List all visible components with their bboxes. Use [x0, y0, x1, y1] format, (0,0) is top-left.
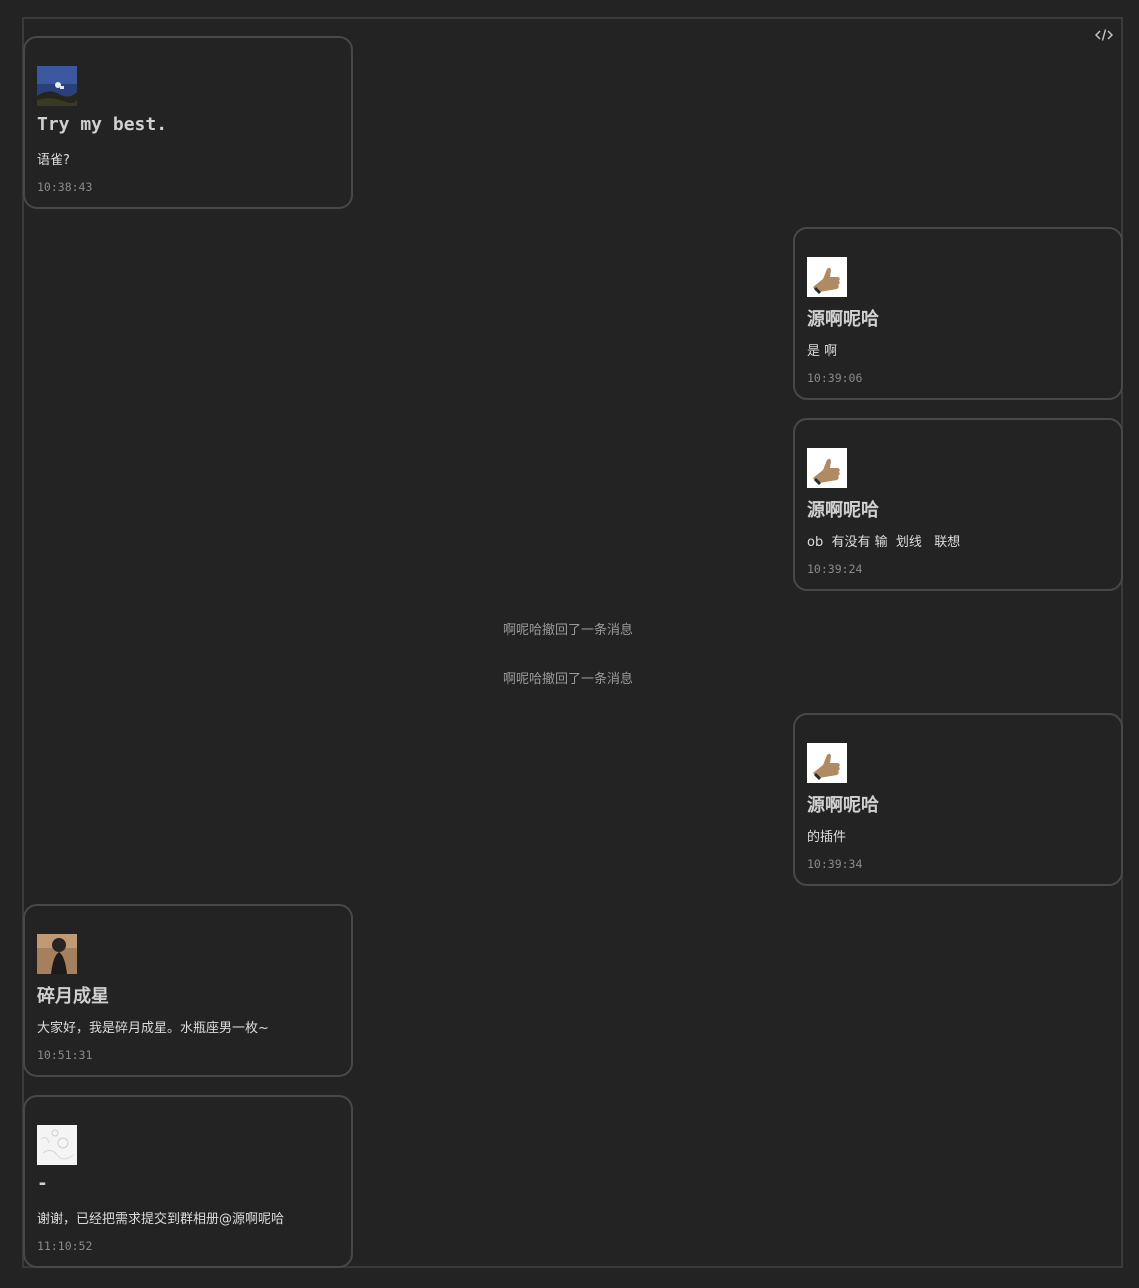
sender-name: 源啊呢哈 [807, 500, 879, 521]
message-time: 10:39:06 [807, 371, 863, 385]
sender-name: 源啊呢哈 [807, 795, 879, 816]
avatar [37, 66, 77, 106]
avatar [37, 934, 77, 974]
sender-name: 碎月成星 [37, 986, 109, 1007]
message-time: 10:39:24 [807, 562, 863, 576]
code-icon [1095, 29, 1113, 41]
sender-name: - [37, 1173, 48, 1194]
avatar [807, 448, 847, 488]
message-card: Try my best. 语雀? 10:38:43 [23, 36, 353, 209]
message-card: 碎月成星 大家好，我是碎月成星。水瓶座男一枚~ 10:51:31 [23, 904, 353, 1077]
message-text: ob 有没有 输 划线 联想 [807, 535, 961, 550]
recall-notice: 啊呢哈撤回了一条消息 [503, 672, 634, 687]
message-time: 11:10:52 [37, 1239, 93, 1253]
message-card: 源啊呢哈 是 啊 10:39:06 [793, 227, 1123, 400]
message-text: 是 啊 [807, 344, 838, 359]
recall-notice: 啊呢哈撤回了一条消息 [503, 623, 634, 638]
avatar [807, 257, 847, 297]
message-text: 大家好，我是碎月成星。水瓶座男一枚~ [37, 1021, 269, 1036]
message-time: 10:39:34 [807, 857, 863, 871]
message-card: 源啊呢哈 ob 有没有 输 划线 联想 10:39:24 [793, 418, 1123, 591]
sender-name: 源啊呢哈 [807, 309, 879, 330]
code-view-button[interactable] [1093, 25, 1115, 45]
message-time: 10:51:31 [37, 1048, 93, 1062]
message-card: - 谢谢，已经把需求提交到群相册@源啊呢哈 11:10:52 [23, 1095, 353, 1268]
avatar [37, 1125, 77, 1165]
message-text: 的插件 [807, 830, 847, 845]
message-text: 谢谢，已经把需求提交到群相册@源啊呢哈 [37, 1212, 285, 1227]
avatar [807, 743, 847, 783]
message-card: 源啊呢哈 的插件 10:39:34 [793, 713, 1123, 886]
sender-name: Try my best. [37, 114, 168, 135]
message-text: 语雀? [37, 153, 70, 168]
message-time: 10:38:43 [37, 180, 93, 194]
